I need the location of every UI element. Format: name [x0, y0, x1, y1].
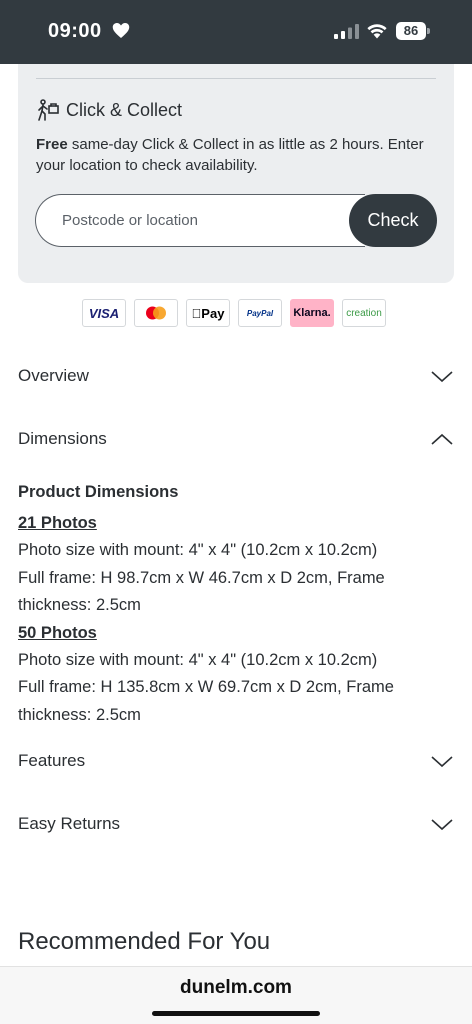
dimension-line: Photo size with mount: 4" x 4" (10.2cm x… — [18, 541, 378, 559]
description-free: Free — [36, 136, 68, 153]
dimension-line: thickness: 2.5cm — [18, 705, 141, 724]
description-text: same-day Click & Collect in as little as… — [36, 136, 424, 174]
accordion-dimensions[interactable]: Dimensions — [18, 425, 454, 455]
payment-methods: VISA Pay PayPal Klarna. creation — [82, 299, 386, 327]
status-time: 09:00 — [48, 20, 102, 42]
recommended-heading: Recommended For You — [18, 928, 271, 955]
heart-icon — [112, 23, 130, 38]
paypal-logo: PayPal — [238, 299, 282, 327]
click-collect-description: Free same-day Click & Collect in as litt… — [36, 134, 446, 176]
dimension-line: thickness: 2.5cm — [18, 596, 141, 614]
dimension-line: Full frame: H 135.8cm x W 69.7cm x D 2cm… — [18, 678, 394, 696]
accordion-dimensions-label: Dimensions — [18, 429, 107, 448]
click-collect-icon — [38, 99, 59, 121]
postcode-form: Check — [35, 194, 437, 247]
mastercard-logo — [134, 299, 178, 327]
dimension-line: Photo size with mount: 4" x 4" (10.2cm x… — [18, 650, 378, 669]
click-collect-title: Click & Collect — [66, 100, 183, 120]
chevron-down-icon — [431, 819, 453, 831]
check-button[interactable]: Check — [349, 194, 437, 247]
apple-pay-label: Pay — [196, 305, 224, 321]
postcode-input[interactable] — [35, 194, 365, 247]
apple-pay-logo: Pay — [186, 299, 230, 327]
click-collect-panel: Click & Collect Free same-day Click & Co… — [18, 64, 454, 283]
battery-level: 86 — [396, 22, 426, 40]
dimension-group-title: 21 Photos — [18, 514, 97, 532]
accordion-easy-returns[interactable]: Easy Returns — [18, 810, 454, 840]
chevron-down-icon — [431, 371, 453, 383]
battery-tip — [427, 28, 430, 34]
signal-icon — [334, 24, 359, 39]
chevron-up-icon — [431, 433, 453, 445]
status-bar: 09:00 86 — [0, 0, 472, 64]
divider — [36, 78, 436, 79]
home-indicator[interactable] — [152, 1011, 320, 1016]
dimension-line: Full frame: H 98.7cm x W 46.7cm x D 2cm,… — [18, 568, 385, 587]
accordion-easy-returns-label: Easy Returns — [18, 814, 121, 833]
mastercard-icon — [146, 306, 166, 320]
wifi-icon — [367, 24, 387, 39]
dimension-group-title: 50 Photos — [18, 623, 97, 642]
url-text[interactable]: dunelm.com — [0, 977, 472, 999]
visa-logo: VISA — [82, 299, 126, 327]
accordion-overview[interactable]: Overview — [18, 362, 454, 392]
browser-address-bar[interactable]: dunelm.com — [0, 966, 472, 1024]
klarna-logo: Klarna. — [290, 299, 334, 327]
accordion-overview-label: Overview — [18, 366, 89, 385]
chevron-down-icon — [431, 756, 453, 768]
product-dimensions-heading: Product Dimensions — [18, 483, 179, 501]
battery-icon: 86 — [396, 22, 430, 40]
accordion-features-label: Features — [18, 751, 86, 770]
creation-logo: creation — [342, 299, 386, 327]
accordion-features[interactable]: Features — [18, 747, 454, 777]
apple-icon:  — [192, 306, 202, 321]
dimensions-content: Product Dimensions 21 Photos Photo size … — [18, 480, 454, 729]
